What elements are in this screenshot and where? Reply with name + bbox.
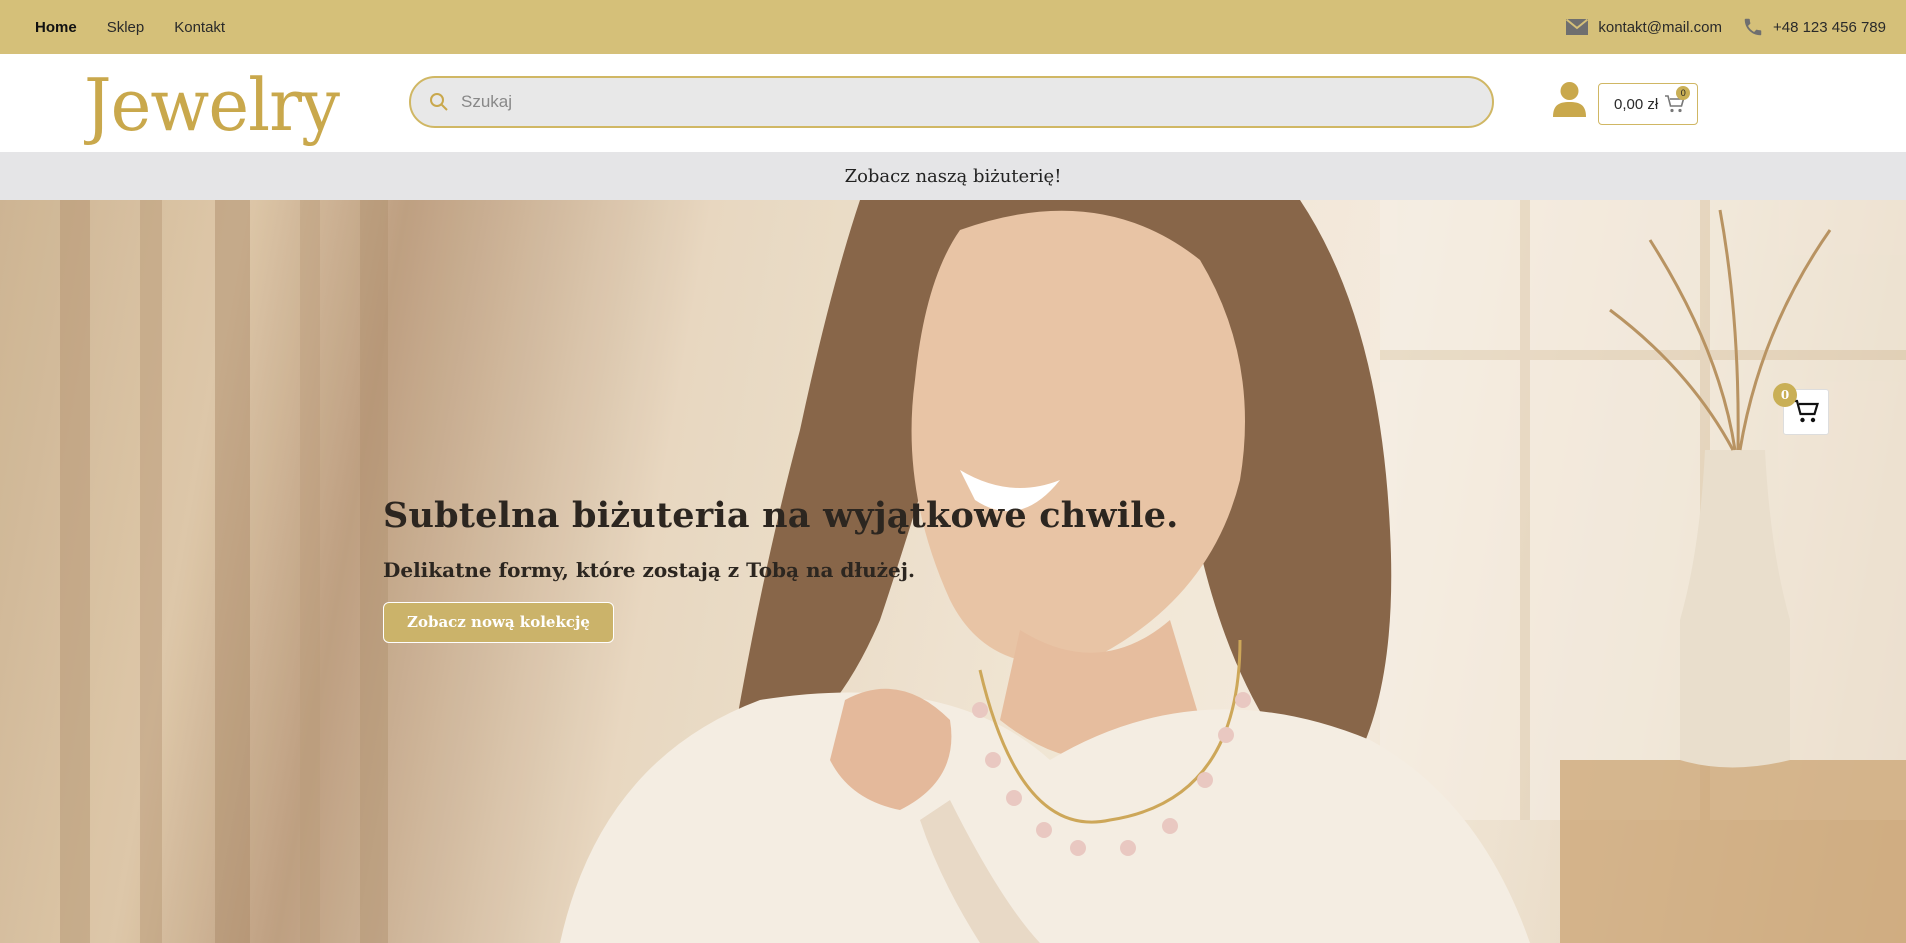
- jewelry-logo[interactable]: Jewelry: [84, 54, 344, 152]
- phone-icon: [1744, 18, 1762, 36]
- search-icon[interactable]: [429, 92, 449, 112]
- search-input[interactable]: [459, 81, 1492, 123]
- user-icon[interactable]: [1553, 81, 1586, 117]
- floating-cart-count: 0: [1773, 383, 1797, 407]
- cart-icon: [1793, 399, 1819, 423]
- email-text: kontakt@mail.com: [1598, 18, 1722, 36]
- hero-content: Subtelna biżuteria na wyjątkowe chwile. …: [383, 495, 1179, 643]
- hero-subtitle: Delikatne formy, które zostają z Tobą na…: [383, 558, 915, 582]
- email-contact[interactable]: kontakt@mail.com: [1565, 18, 1722, 36]
- cart-button[interactable]: 0,00 zł 0: [1598, 83, 1698, 125]
- hero-title: Subtelna biżuteria na wyjątkowe chwile.: [383, 495, 1179, 536]
- hero-banner: Subtelna biżuteria na wyjątkowe chwile. …: [0, 200, 1906, 943]
- phone-contact[interactable]: +48 123 456 789: [1742, 16, 1886, 38]
- nav-kontakt[interactable]: Kontakt: [174, 19, 225, 36]
- new-collection-button[interactable]: Zobacz nową kolekcję: [383, 602, 614, 643]
- announcement-bar: Zobacz naszą biżuterię!: [0, 152, 1906, 200]
- floating-cart-button[interactable]: 0: [1773, 383, 1829, 435]
- contact-info: kontakt@mail.com +48 123 456 789: [1565, 16, 1886, 38]
- nav-sklep[interactable]: Sklep: [107, 19, 145, 36]
- nav-home[interactable]: Home: [35, 19, 77, 36]
- cart-count-badge: 0: [1676, 86, 1691, 100]
- top-bar: Home Sklep Kontakt kontakt@mail.com +48 …: [0, 0, 1906, 54]
- envelope-icon: [1566, 18, 1589, 35]
- phone-text: +48 123 456 789: [1772, 18, 1886, 36]
- announcement-text: Zobacz naszą biżuterię!: [844, 165, 1062, 187]
- logo-text: Jewelry: [84, 63, 340, 147]
- top-nav: Home Sklep Kontakt: [35, 19, 225, 36]
- cart-icon: 0: [1664, 86, 1691, 114]
- site-header: Jewelry 0,00 zł 0: [0, 54, 1906, 152]
- cart-total: 0,00 zł: [1614, 95, 1659, 113]
- search-bar: [409, 76, 1494, 128]
